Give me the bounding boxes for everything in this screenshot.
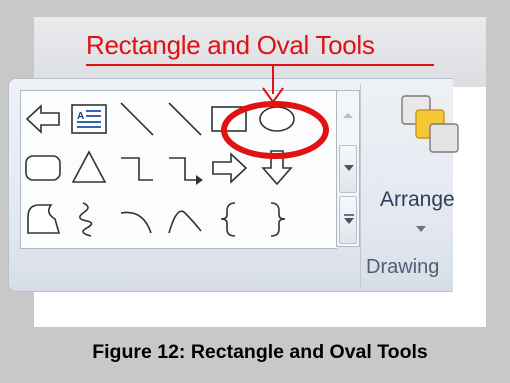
- gallery-more-button[interactable]: [339, 196, 357, 244]
- arrange-label: Arrange: [380, 188, 455, 211]
- arrow-line-icon[interactable]: [165, 99, 205, 139]
- rounded-rectangle-icon[interactable]: [23, 148, 63, 188]
- text-box-icon[interactable]: A: [69, 99, 109, 139]
- arrange-button[interactable]: Arrange: [362, 84, 459, 254]
- elbow-connector-icon[interactable]: [117, 148, 157, 188]
- gallery-scrollbar: [336, 90, 360, 247]
- callout-text: Rectangle and Oval Tools: [86, 30, 375, 60]
- curve-icon[interactable]: [165, 199, 205, 239]
- chevron-up-icon: [343, 113, 353, 118]
- elbow-arrow-connector-icon[interactable]: [165, 148, 205, 188]
- left-arrow-icon[interactable]: [23, 99, 63, 139]
- scribble-icon[interactable]: [69, 199, 109, 239]
- triangle-icon[interactable]: [69, 148, 109, 188]
- chevron-down-icon: [344, 165, 354, 171]
- drawing-group-label: Drawing: [366, 256, 440, 278]
- arrange-icon: [401, 95, 459, 153]
- figure-caption: Figure 12: Rectangle and Oval Tools: [92, 341, 428, 363]
- svg-text:A: A: [77, 111, 84, 122]
- highlight-ellipse: [221, 101, 329, 159]
- callout-arrow-icon: [262, 64, 284, 104]
- arc-icon[interactable]: [117, 199, 157, 239]
- group-separator: [360, 84, 361, 289]
- right-brace-icon[interactable]: [257, 199, 297, 239]
- expand-gallery-icon: [344, 214, 354, 224]
- gallery-scroll-up-button[interactable]: [339, 93, 357, 141]
- dropdown-caret-icon: [416, 226, 426, 232]
- line-icon[interactable]: [117, 99, 157, 139]
- freeform-icon[interactable]: [23, 199, 63, 239]
- gallery-scroll-down-button[interactable]: [339, 145, 357, 193]
- left-brace-icon[interactable]: [209, 199, 249, 239]
